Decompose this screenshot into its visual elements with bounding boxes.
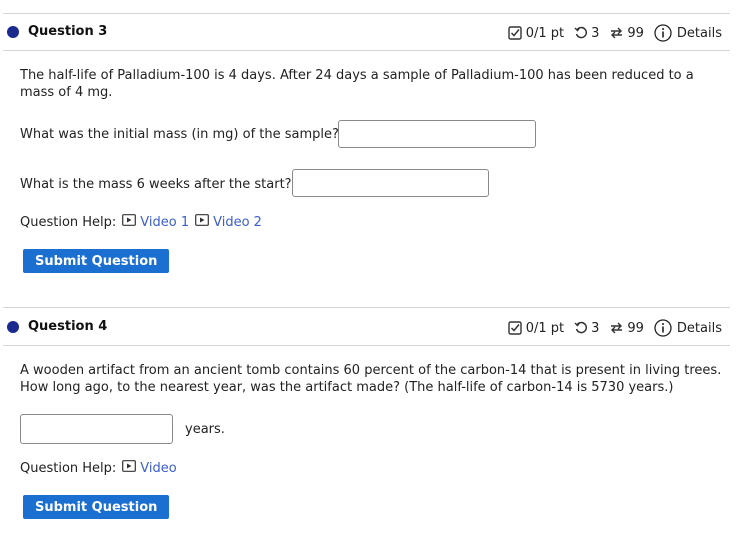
retry-icon — [574, 26, 588, 40]
attempts-icon — [609, 26, 624, 40]
question-prompt: The half-life of Palladium-100 is 4 days… — [20, 68, 694, 100]
section-divider — [3, 307, 730, 308]
video-icon — [195, 214, 210, 230]
info-icon — [654, 319, 672, 337]
video-link[interactable]: Video — [122, 460, 177, 476]
checkbox-score-icon — [507, 321, 522, 335]
checkbox-score-icon — [507, 26, 522, 40]
details-link[interactable]: Details — [654, 319, 722, 337]
header-divider — [3, 50, 730, 51]
details-label: Details — [676, 320, 722, 336]
mass-6-weeks-input[interactable] — [292, 169, 489, 197]
video-1-link[interactable]: Video 1 — [122, 214, 189, 230]
attempts-count: 99 — [627, 320, 644, 336]
info-icon — [654, 24, 672, 42]
retries-count: 3 — [591, 25, 600, 41]
submit-question-button[interactable]: Submit Question — [23, 495, 170, 519]
video-icon — [122, 460, 137, 476]
question-status-dot — [7, 26, 19, 38]
question-meta: 0/1 pt 3 99 Details — [507, 24, 722, 42]
initial-mass-input[interactable] — [338, 120, 536, 148]
details-link[interactable]: Details — [654, 24, 722, 42]
years-input[interactable] — [20, 414, 173, 444]
initial-mass-label: What was the initial mass (in mg) of the… — [20, 127, 339, 142]
question-help: Question Help: Video 1 Video 2 — [20, 214, 262, 230]
submit-question-button[interactable]: Submit Question — [23, 249, 170, 273]
video-icon — [122, 214, 137, 230]
retries: 3 — [574, 321, 599, 336]
header-divider — [3, 345, 730, 346]
video-2-link[interactable]: Video 2 — [195, 214, 262, 230]
question-help: Question Help: Video — [20, 460, 177, 476]
score-text: 0/1 pt — [525, 320, 565, 336]
video-2-label: Video 2 — [213, 214, 262, 230]
video-label: Video — [140, 460, 177, 476]
question-title: Question 4 — [28, 319, 108, 334]
attempts-count: 99 — [627, 25, 644, 41]
question-help-label: Question Help: — [20, 214, 117, 230]
question-prompt: A wooden artifact from an ancient tomb c… — [20, 363, 722, 395]
mass-6-weeks-label: What is the mass 6 weeks after the start… — [20, 177, 292, 192]
retries-count: 3 — [591, 320, 600, 336]
question-status-dot — [7, 321, 19, 333]
score-text: 0/1 pt — [525, 25, 565, 41]
details-label: Details — [676, 25, 722, 41]
attempts: 99 — [609, 26, 644, 41]
retries: 3 — [574, 26, 599, 41]
attempts: 99 — [609, 321, 644, 336]
question-4-header: Question 4 0/1 pt 3 99 Details — [0, 309, 752, 345]
question-3-header: Question 3 0/1 pt 3 99 Details — [0, 14, 752, 50]
question-title: Question 3 — [28, 24, 108, 39]
video-1-label: Video 1 — [140, 214, 190, 230]
question-meta: 0/1 pt 3 99 Details — [507, 319, 722, 337]
attempts-icon — [609, 321, 624, 335]
question-help-label: Question Help: — [20, 460, 117, 476]
retry-icon — [574, 321, 588, 335]
years-unit-label: years. — [185, 422, 225, 437]
